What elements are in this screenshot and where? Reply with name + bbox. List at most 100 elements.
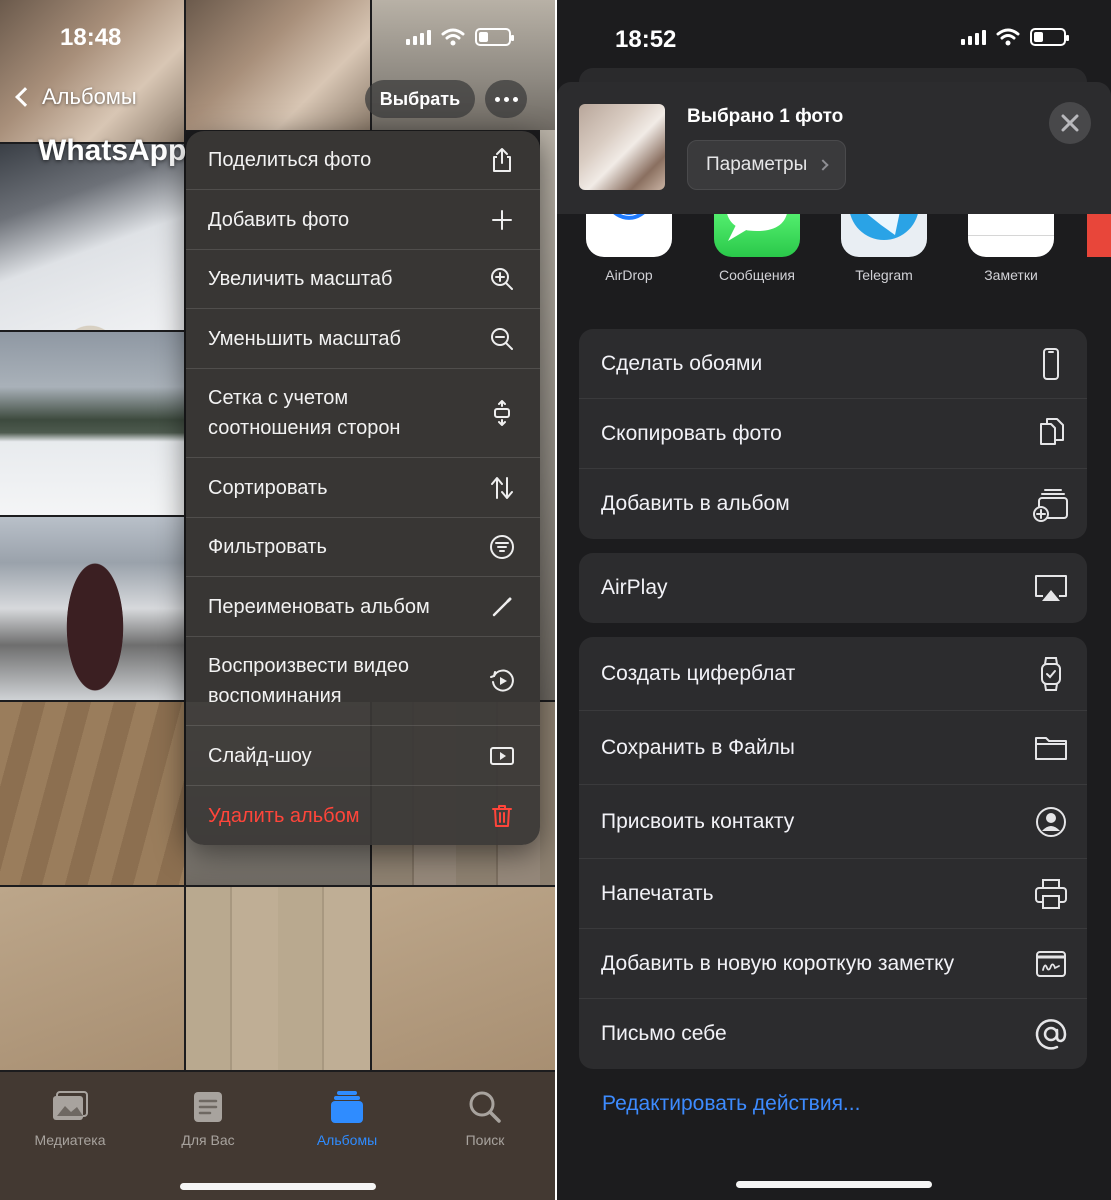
home-indicator[interactable] bbox=[736, 1181, 932, 1188]
action-copy-photo[interactable]: Скопировать фото bbox=[579, 399, 1087, 469]
photo-thumbnail[interactable] bbox=[0, 702, 184, 885]
back-button[interactable]: Альбомы bbox=[12, 84, 137, 110]
aspect-grid-icon bbox=[488, 399, 516, 427]
menu-item-label: Слайд-шоу bbox=[208, 744, 312, 767]
actions-group-more: Создать циферблат Сохранить в Файлы Прис… bbox=[579, 637, 1087, 1069]
app-label: Заметки bbox=[984, 267, 1038, 283]
menu-item-label-line: Воспроизвести видео bbox=[208, 655, 410, 677]
more-options-button[interactable] bbox=[485, 80, 527, 118]
action-save-to-files[interactable]: Сохранить в Файлы bbox=[579, 711, 1087, 785]
menu-item-label-line: воспоминания bbox=[208, 685, 342, 707]
photo-thumbnail[interactable] bbox=[0, 517, 184, 700]
action-assign-to-contact[interactable]: Присвоить контакту bbox=[579, 785, 1087, 859]
status-time: 18:52 bbox=[615, 26, 677, 53]
tab-for-you[interactable]: Для Вас bbox=[148, 1090, 268, 1148]
photo-thumbnail[interactable] bbox=[186, 887, 370, 1070]
action-label: Письмо себе bbox=[601, 1022, 727, 1045]
menu-item-zoom-out[interactable]: Уменьшить масштаб bbox=[186, 309, 540, 369]
wifi-icon bbox=[441, 28, 465, 46]
share-app-airdrop[interactable]: AirDrop bbox=[579, 205, 679, 283]
menu-item-label: Уменьшить масштаб bbox=[208, 327, 401, 350]
menu-item-filter[interactable]: Фильтровать bbox=[186, 518, 540, 577]
chevron-left-icon bbox=[15, 87, 35, 107]
tab-label: Для Вас bbox=[181, 1132, 235, 1148]
menu-item-label: Сортировать bbox=[208, 476, 328, 499]
menu-item-sort[interactable]: Сортировать bbox=[186, 458, 540, 518]
menu-item-label: Увеличить масштаб bbox=[208, 268, 393, 290]
edit-actions-link[interactable]: Редактировать действия... bbox=[602, 1092, 860, 1116]
chevron-right-icon bbox=[817, 159, 829, 171]
photos-album-screen: 18:48 Альбомы WhatsApp Выбрать Поделитьс… bbox=[0, 0, 555, 1200]
photo-thumbnail[interactable] bbox=[186, 0, 370, 130]
close-icon bbox=[1061, 114, 1079, 132]
share-app-notes[interactable]: Заметки bbox=[961, 205, 1061, 283]
menu-item-share-photo[interactable]: Поделиться фото bbox=[186, 131, 540, 190]
action-mail-to-self[interactable]: Письмо себе bbox=[579, 999, 1087, 1069]
cellular-signal-icon bbox=[406, 29, 431, 45]
iphone-icon bbox=[1043, 347, 1059, 380]
menu-item-label: Переименовать альбом bbox=[208, 595, 430, 618]
zoom-in-icon bbox=[488, 265, 516, 293]
for-you-icon bbox=[194, 1092, 222, 1122]
tab-bar: Медиатека Для Вас Альбомы Поиск bbox=[0, 1072, 555, 1200]
menu-item-play-memory-video[interactable]: Воспроизвести видео воспоминания bbox=[186, 637, 540, 726]
photo-thumbnail[interactable] bbox=[372, 887, 555, 1070]
action-airplay[interactable]: AirPlay bbox=[579, 553, 1087, 623]
menu-item-add-photo[interactable]: Добавить фото bbox=[186, 190, 540, 250]
app-label: Сообщения bbox=[719, 267, 795, 283]
menu-item-aspect-grid[interactable]: Сетка с учетом соотношения сторон bbox=[186, 369, 540, 458]
select-button[interactable]: Выбрать bbox=[365, 80, 475, 118]
photo-thumbnail[interactable] bbox=[0, 332, 184, 515]
add-to-album-icon bbox=[1033, 489, 1068, 522]
status-icons bbox=[406, 28, 514, 46]
printer-icon bbox=[1035, 878, 1067, 909]
tab-albums[interactable]: Альбомы bbox=[287, 1090, 407, 1148]
photo-thumbnail[interactable] bbox=[0, 887, 184, 1070]
library-icon bbox=[53, 1091, 88, 1120]
photo-thumbnail[interactable] bbox=[0, 144, 184, 330]
options-button[interactable]: Параметры bbox=[687, 140, 847, 190]
action-label: Скопировать фото bbox=[601, 421, 782, 445]
actions-group-airplay: AirPlay bbox=[579, 553, 1087, 623]
tab-search[interactable]: Поиск bbox=[425, 1090, 545, 1148]
action-set-wallpaper[interactable]: Сделать обоями bbox=[579, 329, 1087, 399]
tab-label: Поиск bbox=[465, 1132, 505, 1148]
share-sheet-screen: 18:52 AirDrop Сообщения Telegram Заметки… bbox=[557, 0, 1111, 1200]
action-create-watch-face[interactable]: Создать циферблат bbox=[579, 637, 1087, 711]
trash-icon bbox=[488, 802, 516, 830]
ellipsis-icon bbox=[494, 96, 500, 102]
folder-icon bbox=[1035, 736, 1067, 760]
share-app-telegram[interactable]: Telegram bbox=[834, 205, 934, 283]
menu-item-slideshow[interactable]: Слайд-шоу bbox=[186, 726, 540, 786]
status-bar: 18:52 bbox=[557, 0, 1111, 70]
battery-icon bbox=[1030, 28, 1069, 46]
action-label: Сделать обоями bbox=[601, 351, 763, 375]
menu-item-delete-album[interactable]: Удалить альбом bbox=[186, 786, 540, 845]
photo-thumbnail bbox=[540, 130, 555, 700]
menu-item-rename-album[interactable]: Переименовать альбом bbox=[186, 577, 540, 637]
action-label: Сохранить в Файлы bbox=[601, 735, 795, 759]
menu-item-label: Сетка с учетом соотношения сторон bbox=[208, 383, 400, 443]
pencil-icon bbox=[488, 593, 516, 621]
action-label: Добавить в альбом bbox=[601, 492, 790, 515]
cellular-signal-icon bbox=[961, 29, 986, 45]
home-indicator[interactable] bbox=[179, 1183, 376, 1190]
menu-item-label: Удалить альбом bbox=[208, 804, 360, 827]
menu-item-zoom-in[interactable]: Увеличить масштаб bbox=[186, 250, 540, 309]
copy-icon bbox=[1040, 417, 1064, 445]
menu-item-label: Добавить фото bbox=[208, 208, 350, 231]
action-add-quick-note[interactable]: Добавить в новую короткую заметку bbox=[579, 929, 1087, 999]
action-print[interactable]: Напечатать bbox=[579, 859, 1087, 929]
share-sheet-header: Выбрано 1 фото Параметры bbox=[557, 82, 1111, 214]
watch-icon bbox=[1041, 656, 1061, 691]
tab-library[interactable]: Медиатека bbox=[10, 1090, 130, 1148]
app-label: AirDrop bbox=[605, 267, 653, 283]
share-app-messages[interactable]: Сообщения bbox=[707, 205, 807, 283]
photo-thumbnail[interactable] bbox=[0, 0, 184, 142]
action-label: AirPlay bbox=[601, 576, 668, 599]
action-label: Добавить в новую короткую заметку bbox=[601, 951, 955, 975]
action-add-to-album[interactable]: Добавить в альбом bbox=[579, 469, 1087, 539]
close-button[interactable] bbox=[1049, 102, 1091, 144]
menu-item-label: Фильтровать bbox=[208, 536, 327, 558]
album-options-menu: Поделиться фото Добавить фото Увеличить … bbox=[186, 131, 540, 845]
